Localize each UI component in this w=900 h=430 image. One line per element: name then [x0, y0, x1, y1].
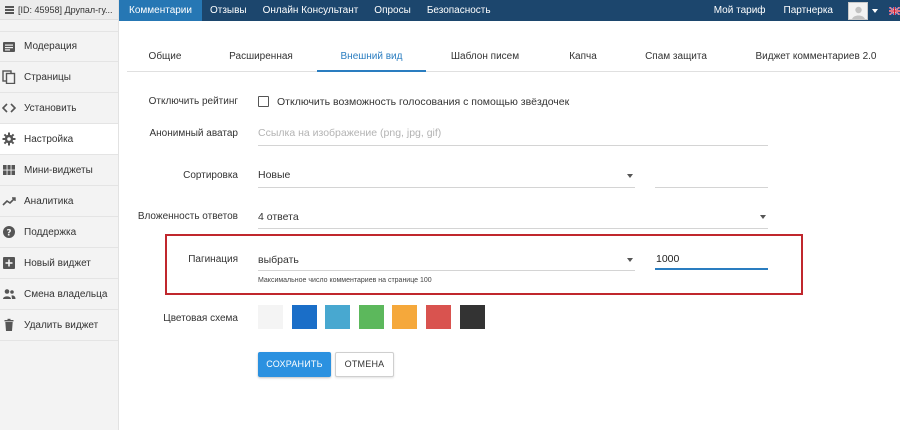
sidebar-item-label: Страницы	[24, 71, 71, 83]
tab-advanced[interactable]: Расширенная	[217, 42, 305, 72]
sidebar-item-label: Удалить виджет	[24, 319, 99, 331]
sidebar-item-settings[interactable]: Настройка	[0, 124, 118, 155]
sidebar-item-install[interactable]: Установить	[0, 93, 118, 124]
pagination-select[interactable]	[258, 270, 635, 271]
uk-flag-icon[interactable]	[889, 6, 900, 15]
sidebar-item-moderation[interactable]: Модерация	[0, 31, 118, 62]
sidebar-item-change-owner[interactable]: Смена владельца	[0, 279, 118, 310]
topnav-online-consultant[interactable]: Онлайн Консультант	[255, 0, 367, 21]
tab-general[interactable]: Общие	[135, 42, 195, 72]
sort-dropdown-chevron-icon[interactable]	[627, 174, 633, 178]
plus-box-icon	[1, 256, 17, 270]
sidebar-item-pages[interactable]: Страницы	[0, 62, 118, 93]
site-selector[interactable]: [ID: 45958] Друпал-гу...	[0, 0, 118, 20]
color-swatch[interactable]	[459, 305, 485, 329]
site-title-label: [ID: 45958] Друпал-гу...	[18, 5, 113, 15]
pagination-helper-text: Максимальное число комментариев на стран…	[258, 277, 432, 284]
topnav-my-plan[interactable]: Мой тариф	[705, 0, 775, 21]
pages-icon	[1, 70, 17, 84]
help-icon: ?	[1, 225, 17, 239]
sort-label: Сортировка	[183, 170, 238, 181]
color-swatch[interactable]	[258, 305, 283, 329]
disable-rating-checkbox-label[interactable]: Отключить возможность голосования с помо…	[277, 96, 569, 108]
trend-icon	[1, 194, 17, 208]
avatar-label: Анонимный аватар	[149, 128, 238, 139]
pagination-count-input[interactable]	[655, 250, 768, 270]
trash-icon	[1, 318, 17, 332]
sidebar-item-label: Настройка	[24, 133, 74, 145]
svg-text:?: ?	[6, 228, 11, 238]
sidebar-item-label: Модерация	[24, 41, 78, 52]
tab-spam-protection[interactable]: Спам защита	[638, 42, 714, 72]
cancel-button[interactable]: ОТМЕНА	[335, 352, 394, 377]
tab-captcha[interactable]: Капча	[555, 42, 611, 72]
avatar-url-placeholder: Ссылка на изображение (png, jpg, gif)	[258, 127, 442, 139]
sidebar-item-mini-widgets[interactable]: Мини-виджеты	[0, 155, 118, 186]
nesting-select-value[interactable]: 4 ответа	[258, 211, 299, 223]
save-button[interactable]: СОХРАНИТЬ	[258, 352, 331, 377]
sort-select-value[interactable]: Новые	[258, 169, 290, 181]
user-avatar-icon[interactable]	[848, 1, 868, 20]
sidebar: [ID: 45958] Друпал-гу... Модерация Стран…	[0, 0, 119, 430]
sort-extra-input[interactable]	[655, 187, 768, 188]
nesting-label: Вложенность ответов	[137, 211, 238, 222]
topnav-partners[interactable]: Партнерка	[775, 0, 842, 21]
users-icon	[1, 287, 17, 301]
topnav-reviews[interactable]: Отзывы	[202, 0, 255, 21]
sidebar-item-support[interactable]: ? Поддержка	[0, 217, 118, 248]
chevron-down-icon[interactable]	[872, 8, 878, 13]
moderation-icon	[1, 40, 17, 54]
top-navigation: Комментарии Отзывы Онлайн Консультант Оп…	[119, 0, 900, 21]
pagination-dropdown-chevron-icon[interactable]	[627, 258, 633, 262]
menu-icon	[5, 6, 14, 14]
rating-label: Отключить рейтинг	[148, 96, 238, 107]
pagination-label: Пагинация	[188, 254, 238, 265]
sidebar-item-label: Новый виджет	[24, 257, 91, 269]
gear-icon	[1, 132, 17, 146]
color-swatch[interactable]	[291, 305, 317, 329]
sidebar-item-delete-widget[interactable]: Удалить виджет	[0, 310, 118, 341]
color-swatch[interactable]	[358, 305, 384, 329]
app-window: [ID: 45958] Друпал-гу... Модерация Стран…	[0, 0, 900, 430]
color-swatch[interactable]	[392, 305, 418, 329]
topnav-security[interactable]: Безопасность	[419, 0, 499, 21]
sidebar-item-label: Установить	[24, 102, 77, 114]
code-icon	[1, 101, 17, 115]
color-swatch[interactable]	[325, 305, 351, 329]
color-swatch[interactable]	[426, 305, 451, 329]
sort-select[interactable]	[258, 187, 635, 188]
topnav-right: Мой тариф Партнерка	[705, 0, 900, 21]
sidebar-item-label: Смена владельца	[24, 288, 108, 300]
sidebar-item-new-widget[interactable]: Новый виджет	[0, 248, 118, 279]
nesting-dropdown-chevron-icon[interactable]	[760, 215, 766, 219]
grid-icon	[1, 163, 17, 177]
tab-widget-v2[interactable]: Виджет комментариев 2.0	[753, 42, 879, 72]
settings-tabs: Общие Расширенная Внешний вид Шаблон пис…	[127, 42, 900, 72]
topnav-polls[interactable]: Опросы	[366, 0, 419, 21]
sidebar-item-analytics[interactable]: Аналитика	[0, 186, 118, 217]
tab-email-templates[interactable]: Шаблон писем	[441, 42, 529, 72]
pagination-select-value[interactable]: выбрать	[258, 254, 299, 266]
color-scheme-label: Цветовая схема	[163, 313, 238, 324]
sidebar-item-label: Аналитика	[24, 195, 74, 207]
sidebar-menu: Модерация Страницы Установить Настройка	[0, 31, 118, 341]
sidebar-item-label: Поддержка	[24, 226, 77, 238]
tab-appearance[interactable]: Внешний вид	[317, 42, 426, 72]
avatar-url-input[interactable]	[258, 145, 768, 146]
topnav-comments[interactable]: Комментарии	[119, 0, 202, 21]
disable-rating-checkbox[interactable]	[258, 96, 269, 107]
sidebar-item-label: Мини-виджеты	[24, 164, 93, 176]
nesting-select[interactable]	[258, 228, 768, 229]
